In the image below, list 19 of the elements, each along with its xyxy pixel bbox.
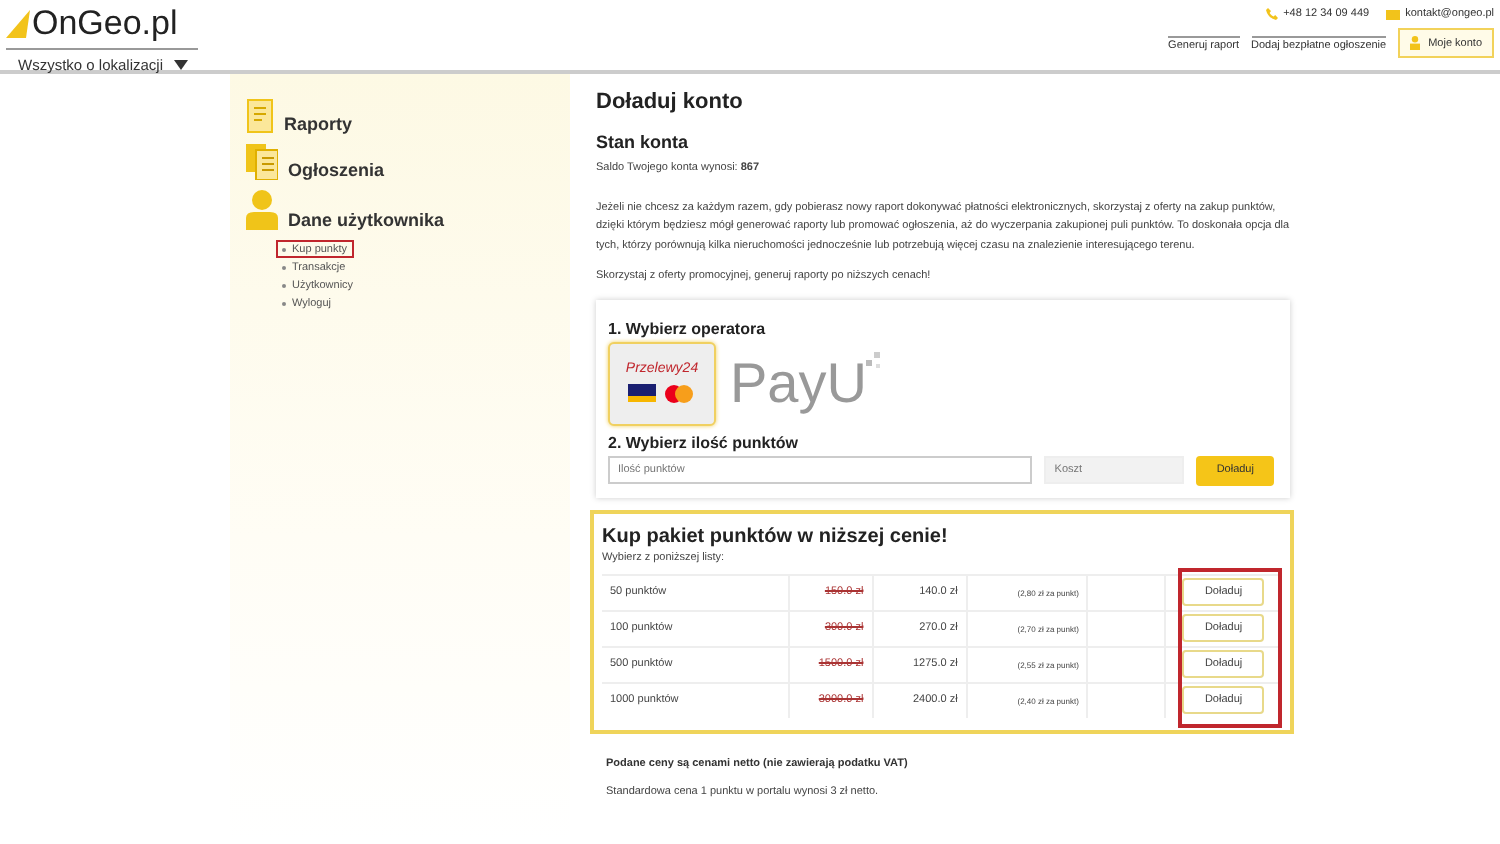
phone-icon bbox=[1265, 8, 1278, 20]
documents-icon bbox=[246, 144, 278, 180]
step-heading: 1. Wybierz operatora bbox=[608, 319, 768, 337]
user-icon bbox=[1410, 36, 1421, 50]
logo-text[interactable]: OnGeo.pl bbox=[32, 4, 178, 44]
step-heading: 2. Wybierz ilość punktów bbox=[608, 433, 800, 451]
mail-icon bbox=[1385, 9, 1400, 19]
sidebar-section[interactable]: Ogłoszenia bbox=[288, 160, 385, 180]
package-title: Kup pakiet punktów w niższej cenie! bbox=[602, 525, 950, 547]
sidebar-section[interactable]: Dane użytkownika bbox=[288, 210, 445, 230]
page-title: Doładuj konto bbox=[596, 90, 745, 114]
document-icon bbox=[246, 98, 274, 134]
sidebar-section[interactable]: Raporty bbox=[284, 114, 353, 134]
card-logos-icon bbox=[628, 384, 696, 404]
section-heading: Stan konta bbox=[596, 132, 691, 152]
user-icon bbox=[246, 190, 278, 230]
caret-icon bbox=[173, 60, 188, 70]
dots-icon bbox=[866, 351, 883, 371]
logo-icon bbox=[6, 10, 30, 38]
